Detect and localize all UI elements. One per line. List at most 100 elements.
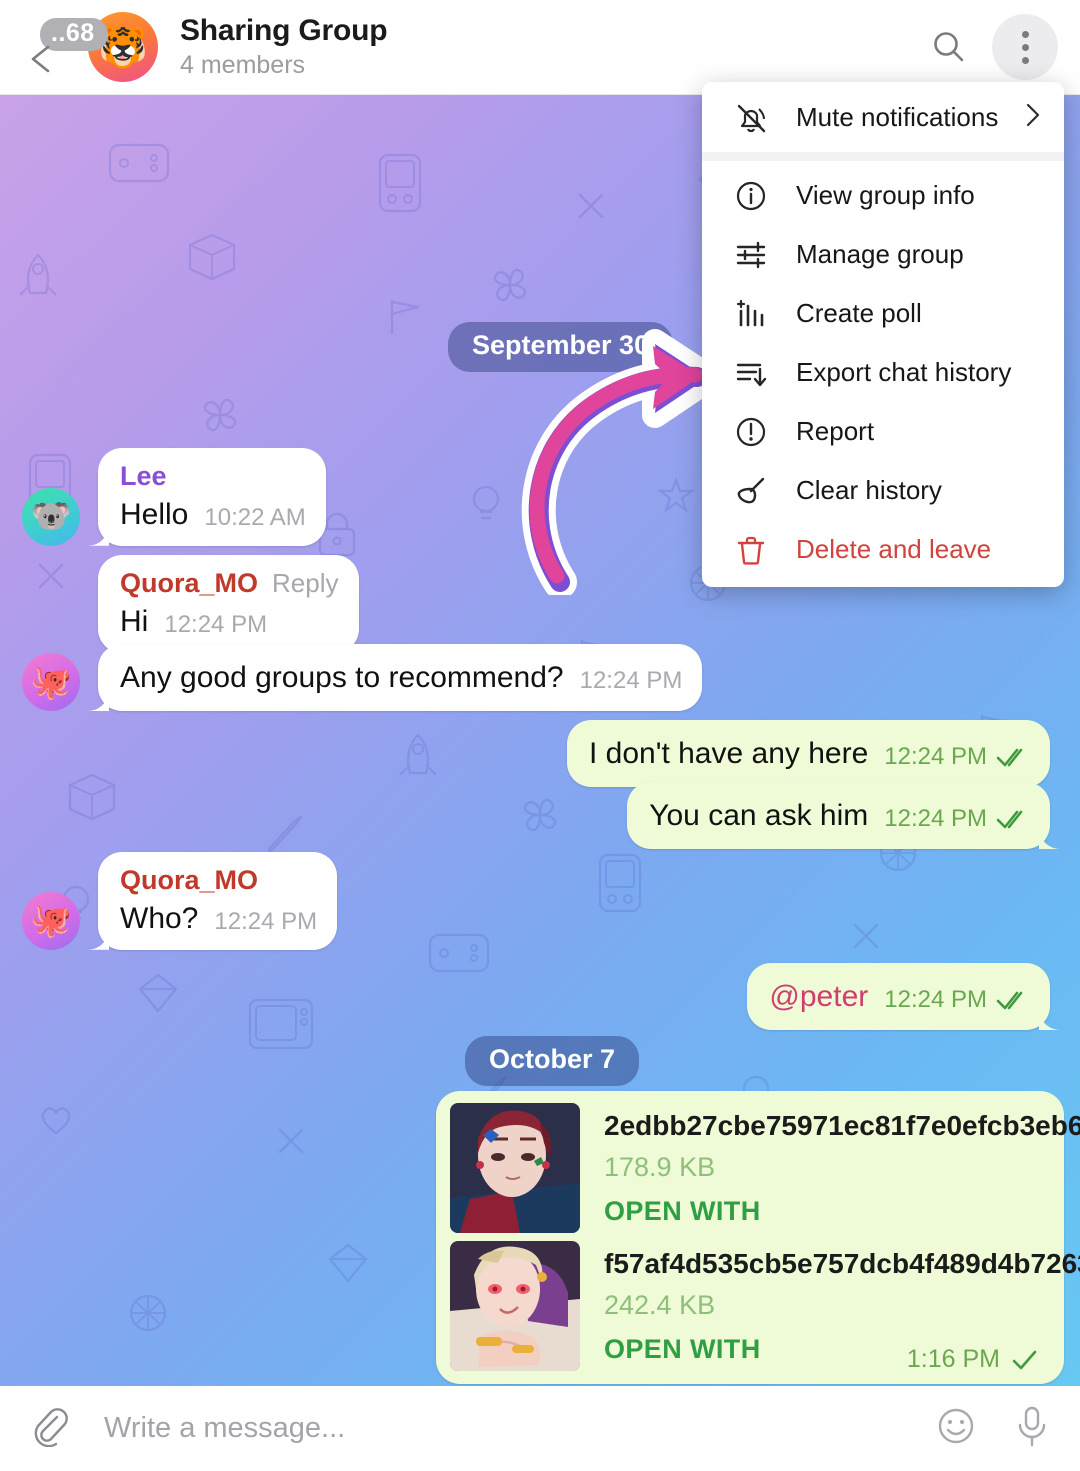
message-text: I don't have any here [589,737,869,770]
attach-button[interactable] [28,1405,70,1452]
message-bubble[interactable]: You can ask him 12:24 PM [627,782,1050,849]
message-text: You can ask him [649,799,869,832]
message-text: Who? [120,901,199,935]
menu-item-create-poll[interactable]: Create poll [702,284,1064,343]
message-sender: Lee [120,461,167,491]
message-sender: Quora_MO Reply [120,567,339,601]
read-receipt-double-check-icon [996,810,1023,829]
file-name: f57af4d535cb5e757dcb4f489d4b7263.jpg [604,1248,1080,1279]
search-button[interactable] [916,14,982,80]
file-info: 2edbb27cbe75971ec81f7e0efcb3eb60.jpg 178… [604,1103,1080,1233]
file-attachment-row[interactable]: 2edbb27cbe75971ec81f7e0efcb3eb60.jpg 178… [450,1103,1080,1233]
message-text: Hello [120,497,189,531]
sliders-icon [728,238,774,272]
mute-bell-icon [728,100,774,136]
read-receipt-double-check-icon [996,748,1023,767]
menu-item-export-chat-history[interactable]: Export chat history [702,343,1064,402]
paperclip-icon [34,1408,68,1448]
emoji-button[interactable] [934,1404,978,1453]
menu-item-view-group-info[interactable]: View group info [702,166,1064,225]
message-sender: Quora_MO [120,865,259,895]
telegram-chat-screen: ..68 🐯 Sharing Group 4 members September… [0,0,1080,1471]
info-circle-icon [728,179,774,213]
avatar-emoji: 🐙 [30,901,72,939]
message-meta: 12:24 PM [164,611,267,641]
file-size: 242.4 KB [604,1289,716,1320]
file-thumbnail[interactable] [450,1103,580,1233]
message-bubble[interactable]: Quora_MO Who? 12:24 PM [98,852,338,950]
message-bubble[interactable]: I don't have any here 12:24 PM [567,720,1050,787]
broom-icon [728,474,774,508]
search-icon [934,32,964,62]
chat-options-menu[interactable]: Mute notifications View group info Manag… [702,82,1064,587]
menu-item-mute-notifications[interactable]: Mute notifications [702,88,1064,147]
menu-item-manage-group[interactable]: Manage group [702,225,1064,284]
chevron-right-icon [1022,101,1044,134]
file-thumbnail[interactable] [450,1241,580,1371]
message-row: 🐙 Any good groups to recommend? 12:24 PM [22,644,703,711]
avatar[interactable]: 🐙 [22,891,80,950]
export-download-icon [728,356,774,390]
menu-item-report[interactable]: Report [702,402,1064,461]
menu-item-clear-history[interactable]: Clear history [702,461,1064,520]
message-meta: 12:24 PM [884,805,1030,835]
message-meta: 10:22 AM [204,504,305,534]
anime-portrait-thumbnail-1 [450,1103,580,1233]
message-time: 12:24 PM [884,986,987,1013]
mention-link[interactable]: @peter [769,977,868,1016]
message-sender-name: Quora_MO [120,568,259,598]
menu-item-label: Manage group [796,239,964,269]
page-title: Sharing Group [180,13,388,47]
message-time: 12:24 PM [214,907,318,935]
date-separator-september-30[interactable]: September 30 [448,322,674,372]
chat-title-block[interactable]: Sharing Group 4 members [180,14,916,80]
message-composer: Write a message... [0,1386,1080,1471]
member-count: 4 members [180,51,306,80]
menu-item-label: Mute notifications [796,102,999,132]
message-time: 12:24 PM [164,610,268,638]
avatar[interactable]: 🐨 [22,487,80,546]
message-row: 🐙 Quora_MO Who? 12:24 PM [22,852,338,950]
chat-header: ..68 🐯 Sharing Group 4 members [0,0,1080,95]
file-name: 2edbb27cbe75971ec81f7e0efcb3eb60.jpg [604,1110,1080,1141]
more-options-button[interactable] [992,14,1058,80]
more-vertical-icon [1021,30,1029,64]
voice-record-button[interactable] [1012,1403,1052,1454]
message-meta: 12:24 PM [214,908,317,938]
message-time: 1:16 PM [906,1345,1000,1373]
message-time: 12:24 PM [579,667,683,694]
message-bubble[interactable]: @peter 12:24 PM [747,963,1050,1030]
avatar-emoji: 🐨 [30,497,72,535]
exclamation-circle-icon [728,415,774,449]
message-time: 10:22 AM [204,503,306,531]
file-message-bubble[interactable]: 2edbb27cbe75971ec81f7e0efcb3eb60.jpg 178… [436,1091,1080,1384]
menu-item-label: Create poll [796,298,922,328]
anime-portrait-thumbnail-2 [450,1241,580,1371]
message-text: Hi [120,604,149,638]
menu-item-delete-and-leave[interactable]: Delete and leave [702,520,1064,579]
smiley-icon [938,1408,974,1444]
sent-receipt-single-check-icon [1012,1350,1037,1369]
back-button[interactable]: ..68 [22,12,108,82]
message-bubble[interactable]: Quora_MO Reply Hi 12:24 PM [98,555,359,653]
file-size: 178.9 KB [604,1151,716,1182]
message-row: @peter 12:24 PM [747,963,1050,1030]
message-input[interactable]: Write a message... [104,1412,934,1445]
date-separator-october-7[interactable]: October 7 [465,1036,640,1086]
menu-divider [702,152,1064,161]
message-bubble[interactable]: Lee Hello 10:22 AM [98,448,326,546]
message-row: 🐨 Lee Hello 10:22 AM [22,448,326,546]
avatar[interactable]: 🐙 [22,653,80,711]
message-text: Any good groups to recommend? [120,661,564,694]
menu-item-label: Export chat history [796,357,1012,387]
header-actions [916,14,1058,80]
open-with-button[interactable]: OPEN WITH [604,1196,1050,1227]
reply-tag[interactable]: Reply [272,568,338,598]
menu-item-label: Report [796,416,875,446]
composer-actions [934,1403,1052,1454]
message-bubble[interactable]: Any good groups to recommend? 12:24 PM [98,644,703,711]
message-row: I don't have any here 12:24 PM [567,720,1050,787]
message-row: You can ask him 12:24 PM [627,782,1050,849]
message-time: 12:24 PM [884,805,987,832]
message-meta: 12:24 PM [884,743,1030,773]
